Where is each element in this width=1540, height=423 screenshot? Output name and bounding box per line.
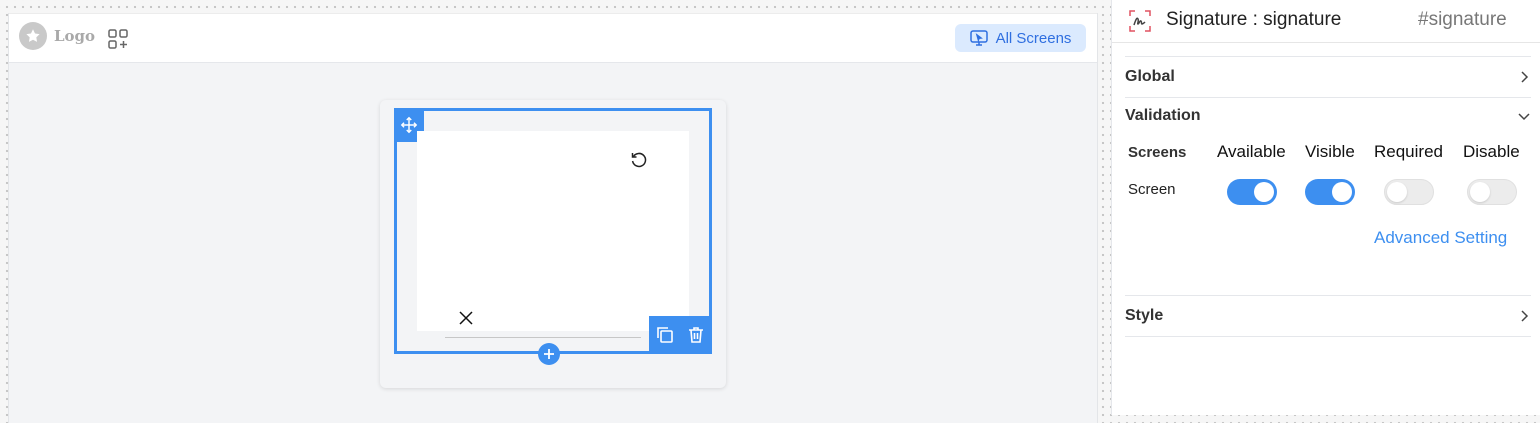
style-section-label: Style bbox=[1125, 307, 1164, 324]
canvas-toolbar: Logo All Screens bbox=[9, 13, 1097, 63]
signature-icon bbox=[1128, 9, 1152, 33]
global-section-header[interactable]: Global bbox=[1125, 56, 1531, 98]
builder-canvas: Logo All Screens bbox=[8, 13, 1098, 423]
chevron-down-icon bbox=[1518, 113, 1530, 121]
header-screens: Screens bbox=[1128, 144, 1187, 161]
chevron-right-icon bbox=[1521, 71, 1529, 83]
global-section-label: Global bbox=[1125, 68, 1175, 85]
trash-icon[interactable] bbox=[686, 325, 706, 345]
toggle-knob bbox=[1470, 182, 1490, 202]
panel-title: Signature : signature bbox=[1166, 9, 1342, 30]
add-widget-icon[interactable] bbox=[107, 28, 129, 50]
monitor-icon bbox=[969, 30, 988, 46]
advanced-setting-link[interactable]: Advanced Setting bbox=[1374, 228, 1507, 248]
style-section-header[interactable]: Style bbox=[1125, 295, 1531, 337]
toggle-knob bbox=[1387, 182, 1407, 202]
header-required: Required bbox=[1374, 142, 1443, 161]
header-visible: Visible bbox=[1305, 142, 1355, 161]
visible-toggle[interactable] bbox=[1305, 179, 1355, 205]
disable-toggle[interactable] bbox=[1467, 179, 1517, 205]
signature-component-card[interactable] bbox=[380, 100, 726, 388]
clear-x-icon[interactable] bbox=[457, 309, 475, 327]
panel-header: Signature : signature #signature bbox=[1112, 0, 1540, 43]
duplicate-icon[interactable] bbox=[655, 325, 675, 345]
screen-row-label: Screen bbox=[1128, 181, 1176, 198]
required-toggle[interactable] bbox=[1384, 179, 1434, 205]
signature-line bbox=[445, 337, 641, 338]
move-arrows-icon bbox=[400, 116, 418, 134]
validation-section-label: Validation bbox=[1125, 107, 1201, 124]
toggle-knob bbox=[1332, 182, 1352, 202]
component-id: #signature bbox=[1418, 9, 1507, 30]
chevron-right-icon bbox=[1521, 310, 1529, 322]
logo-text: Logo bbox=[54, 27, 96, 45]
plus-icon bbox=[544, 349, 554, 359]
all-screens-label: All Screens bbox=[995, 29, 1072, 47]
header-disable: Disable bbox=[1463, 142, 1520, 161]
reset-icon[interactable] bbox=[629, 150, 649, 170]
available-toggle[interactable] bbox=[1227, 179, 1277, 205]
validation-section-header[interactable]: Validation bbox=[1125, 96, 1531, 136]
header-available: Available bbox=[1217, 142, 1286, 161]
logo: Logo bbox=[19, 22, 95, 50]
all-screens-button[interactable]: All Screens bbox=[955, 24, 1086, 52]
signature-pad[interactable] bbox=[417, 131, 689, 331]
component-actions bbox=[649, 316, 712, 354]
add-below-button[interactable] bbox=[538, 343, 560, 365]
selection-outline bbox=[394, 108, 712, 365]
properties-panel: Signature : signature #signature Global … bbox=[1111, 0, 1540, 415]
toggle-knob bbox=[1254, 182, 1274, 202]
logo-star-icon bbox=[19, 22, 47, 50]
